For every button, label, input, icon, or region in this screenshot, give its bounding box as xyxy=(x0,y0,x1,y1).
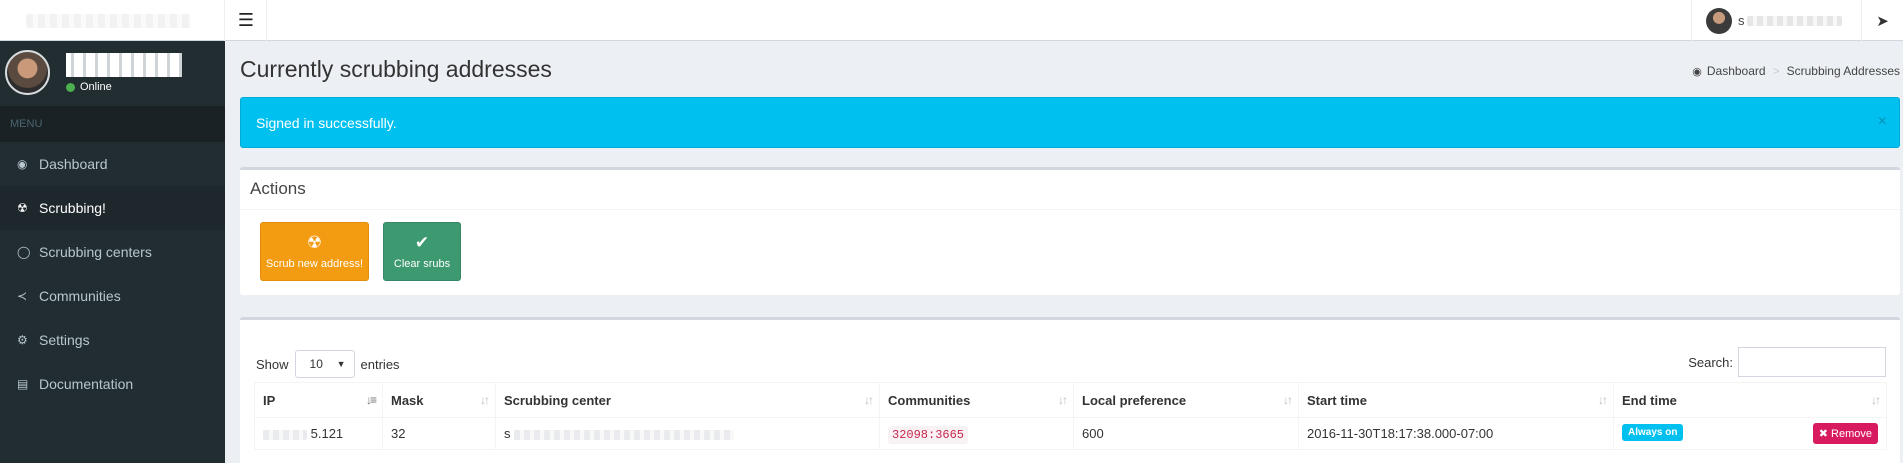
radiation-icon: ☢ xyxy=(17,201,28,215)
breadcrumb: ◉ Dashboard > Scrubbing Addresses xyxy=(1692,64,1900,78)
sidebar-item-label: Documentation xyxy=(39,376,134,392)
sidebar-item-label: Scrubbing centers xyxy=(39,244,152,260)
table-search: Search: xyxy=(1688,347,1886,377)
actions-title: Actions xyxy=(240,170,1900,210)
menu-header: MENU xyxy=(0,106,225,142)
column-header-end-time[interactable]: End time ↓↑ xyxy=(1613,382,1887,418)
column-header-ip[interactable]: IP ↓≡ xyxy=(254,382,383,418)
breadcrumb-separator: > xyxy=(1772,64,1780,78)
close-icon: ✖ xyxy=(1818,428,1828,440)
breadcrumb-current: Scrubbing Addresses xyxy=(1786,64,1900,78)
scrubs-table-box: Show 10 ▼ entries Search: IP ↓≡ Mask ↓↑ Sc… xyxy=(240,317,1900,463)
sidebar-item-scrubbing[interactable]: ☢ Scrubbing! xyxy=(0,186,225,230)
online-dot-icon xyxy=(66,82,75,92)
cell-end-time: Always on ✖ Remove xyxy=(1613,417,1887,450)
user-name-initial: s xyxy=(1738,13,1745,28)
success-alert: Signed in successfully. × xyxy=(240,97,1900,148)
page-length-control: Show 10 ▼ entries xyxy=(256,350,400,378)
breadcrumb-dashboard-link[interactable]: Dashboard xyxy=(1707,64,1766,78)
radiation-icon: ☢ xyxy=(306,233,323,252)
logo-image xyxy=(26,13,191,28)
logo[interactable] xyxy=(0,0,225,41)
avatar xyxy=(5,50,50,95)
sidebar-item-dashboard[interactable]: ◉ Dashboard xyxy=(0,142,225,186)
dashboard-icon: ◉ xyxy=(17,157,28,171)
gears-icon: ⚙ xyxy=(17,333,28,347)
always-on-badge: Always on xyxy=(1622,424,1684,441)
cell-ip: 5.121 xyxy=(254,417,383,450)
sort-icon: ↓↑ xyxy=(1871,393,1881,407)
show-label: Show xyxy=(256,356,289,372)
sidebar-item-label: Settings xyxy=(39,332,90,348)
column-header-scrubbing-center[interactable]: Scrubbing center ↓↑ xyxy=(495,382,880,418)
remove-button[interactable]: ✖ Remove xyxy=(1812,423,1878,444)
clear-scrubs-button[interactable]: ✔ Clear srubs xyxy=(383,222,461,281)
scrubs-table: IP ↓≡ Mask ↓↑ Scrubbing center ↓↑ Communiti… xyxy=(254,382,1887,450)
paper-plane-icon: ➤ xyxy=(1876,12,1889,30)
column-header-start-time[interactable]: Start time ↓↑ xyxy=(1298,382,1614,418)
sort-icon: ↓↑ xyxy=(1283,393,1293,407)
search-input[interactable] xyxy=(1738,347,1886,377)
page-length-value: 10 xyxy=(309,357,323,371)
page-title: Currently scrubbing addresses xyxy=(240,56,552,82)
globe-icon: ◯ xyxy=(17,245,31,259)
sidebar-item-documentation[interactable]: ▤ Documentation xyxy=(0,362,225,406)
sidebar-toggle-button[interactable]: ☰ xyxy=(226,0,267,41)
sidebar-nav: ◉ Dashboard ☢ Scrubbing! ◯ Scrubbing cen… xyxy=(0,142,225,406)
cell-local-preference: 600 xyxy=(1073,417,1299,450)
sidebar-item-label: Communities xyxy=(39,288,121,304)
column-header-local-preference[interactable]: Local preference ↓↑ xyxy=(1073,382,1299,418)
page-length-select[interactable]: 10 ▼ xyxy=(294,350,355,378)
redacted-text xyxy=(263,429,307,440)
sort-asc-icon: ↓≡ xyxy=(365,393,377,407)
dashboard-icon: ◉ xyxy=(1692,65,1702,78)
user-menu[interactable]: s xyxy=(1691,0,1861,41)
check-icon: ✔ xyxy=(414,233,430,252)
table-row: 5.121 32 s 32098:3665 600 2016-11-30T18:… xyxy=(254,417,1887,450)
sort-icon: ↓↑ xyxy=(1058,393,1068,407)
scrub-new-address-button[interactable]: ☢ Scrub new address! xyxy=(260,222,369,281)
actions-box: Actions ☢ Scrub new address! ✔ Clear sru… xyxy=(240,167,1900,295)
entries-label: entries xyxy=(360,356,400,372)
user-name-redacted xyxy=(66,53,182,77)
column-header-communities[interactable]: Communities ↓↑ xyxy=(879,382,1074,418)
sort-icon: ↓↑ xyxy=(864,393,874,407)
sidebar-item-label: Scrubbing! xyxy=(39,200,106,216)
online-status: Online xyxy=(66,81,112,93)
share-icon: ≺ xyxy=(17,289,28,303)
sidebar-item-settings[interactable]: ⚙ Settings xyxy=(0,318,225,362)
sidebar-item-communities[interactable]: ≺ Communities xyxy=(0,274,225,318)
column-header-mask[interactable]: Mask ↓↑ xyxy=(382,382,496,418)
sort-icon: ↓↑ xyxy=(480,393,490,407)
cell-communities: 32098:3665 xyxy=(879,417,1074,450)
redacted-text xyxy=(513,429,734,440)
cell-start-time: 2016-11-30T18:17:38.000-07:00 xyxy=(1298,417,1614,450)
scrub-button-label: Scrub new address! xyxy=(265,258,364,270)
sidebar-item-scrubbing-centers[interactable]: ◯ Scrubbing centers xyxy=(0,230,225,274)
sort-icon: ↓↑ xyxy=(1598,393,1608,407)
send-button[interactable]: ➤ xyxy=(1861,0,1903,41)
book-icon: ▤ xyxy=(17,377,29,391)
search-label: Search: xyxy=(1688,354,1733,370)
main-content: Currently scrubbing addresses ◉ Dashboar… xyxy=(225,41,1903,463)
cell-mask: 32 xyxy=(382,417,496,450)
clear-button-label: Clear srubs xyxy=(393,258,451,270)
top-header: ☰ s ➤ xyxy=(0,0,1903,41)
chevron-down-icon: ▼ xyxy=(336,359,346,369)
status-label: Online xyxy=(80,81,112,93)
close-icon[interactable]: × xyxy=(1878,113,1887,131)
user-name-redacted xyxy=(1746,15,1842,26)
sidebar: Online MENU ◉ Dashboard ☢ Scrubbing! ◯ S… xyxy=(0,41,225,463)
menu-icon: ☰ xyxy=(237,10,255,30)
sidebar-item-label: Dashboard xyxy=(39,156,108,172)
alert-message: Signed in successfully. xyxy=(256,115,397,131)
user-panel: Online xyxy=(0,41,225,106)
table-header-row: IP ↓≡ Mask ↓↑ Scrubbing center ↓↑ Communiti… xyxy=(254,382,1887,418)
user-avatar xyxy=(1706,7,1732,34)
cell-scrubbing-center: s xyxy=(495,417,880,450)
